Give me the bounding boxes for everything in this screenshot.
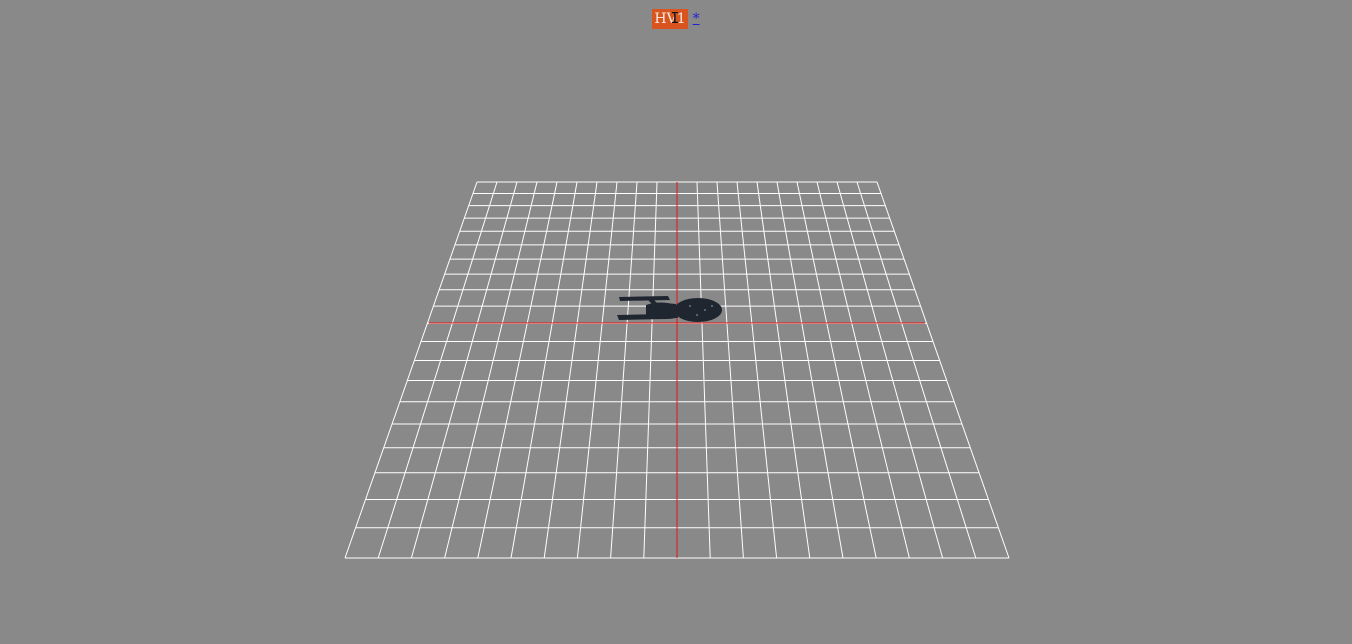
grid-column-line — [377, 181, 498, 559]
grid-column-line — [344, 181, 478, 559]
grid-column-line — [756, 181, 811, 559]
3d-viewport[interactable]: HV1 I * — [0, 0, 1352, 644]
grid-column-line — [796, 181, 877, 559]
grid-column-line — [836, 181, 944, 559]
grid-column-line — [876, 181, 1010, 559]
grid-column-line — [856, 181, 977, 559]
grid-column-line — [716, 181, 744, 559]
grid-column-line — [576, 181, 618, 559]
grid-column-line — [410, 181, 518, 559]
grid-column-line — [477, 181, 558, 559]
grid-column-line — [696, 181, 711, 559]
grid-column-line — [776, 181, 844, 559]
grid-column-line — [444, 181, 538, 559]
upper-nacelle — [619, 296, 670, 301]
scene-canvas[interactable] — [0, 0, 1352, 644]
scene-name-label[interactable]: HV1 I — [652, 9, 688, 29]
lower-nacelle — [617, 314, 665, 320]
grid-column-line — [643, 181, 658, 559]
modified-marker-link[interactable]: * — [693, 11, 700, 27]
viewport-header: HV1 I * — [0, 8, 1352, 30]
grid-column-line — [543, 181, 598, 559]
origin-axes — [429, 182, 925, 558]
saucer-section — [674, 298, 722, 322]
starship-model[interactable] — [617, 296, 722, 322]
scene-name-text[interactable]: HV1 — [654, 11, 685, 27]
grid-column-line — [816, 181, 910, 559]
grid-column-line — [736, 181, 778, 559]
grid-column-line — [510, 181, 578, 559]
grid-column-line — [610, 181, 638, 559]
